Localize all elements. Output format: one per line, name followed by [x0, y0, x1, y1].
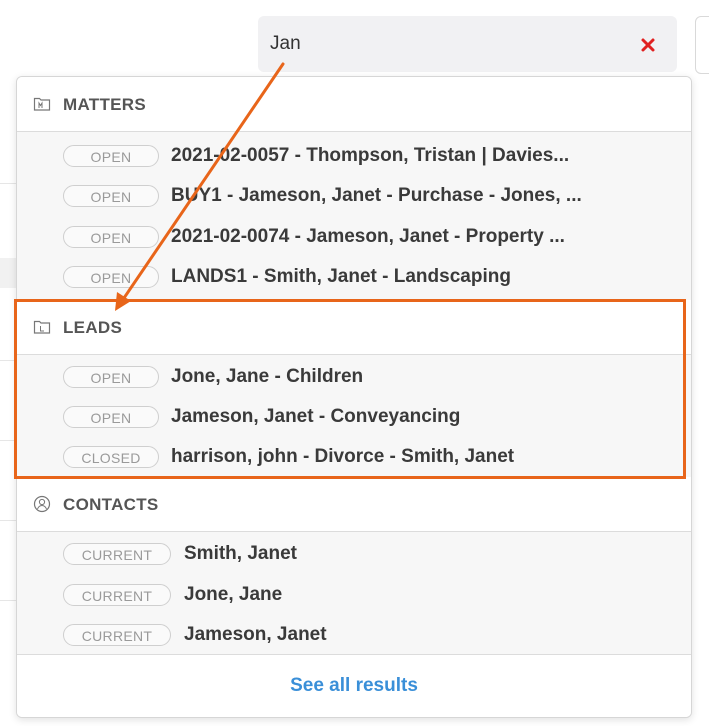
background-row [0, 258, 16, 288]
background-button [695, 16, 709, 74]
contact-result-row[interactable]: CURRENT Smith, Janet [17, 534, 691, 574]
matters-section-header: MATTERS [17, 77, 691, 132]
matter-result-row[interactable]: OPEN 2021-02-0074 - Jameson, Janet - Pro… [17, 217, 691, 257]
see-all-results-link[interactable]: See all results [17, 675, 691, 697]
folder-l-icon [33, 320, 51, 334]
contact-icon [33, 495, 51, 513]
status-badge: OPEN [63, 266, 159, 288]
status-badge: OPEN [63, 226, 159, 248]
contact-result-name: Jameson, Janet [184, 624, 327, 645]
status-badge: OPEN [63, 145, 159, 167]
matters-section-label: MATTERS [63, 95, 146, 114]
contact-result-row[interactable]: CURRENT Jameson, Janet [17, 615, 691, 655]
contacts-section-header: CONTACTS [17, 477, 691, 532]
leads-results: OPEN Jone, Jane - Children OPEN Jameson,… [17, 355, 691, 479]
background-divider [0, 520, 16, 521]
contact-result-row[interactable]: CURRENT Jone, Jane [17, 575, 691, 615]
lead-result-title: harrison, john - Divorce - Smith, Janet [171, 446, 515, 467]
matter-result-title: 2021-02-0057 - Thompson, Tristan | Davie… [171, 145, 570, 166]
status-badge: CLOSED [63, 446, 159, 468]
matter-result-row[interactable]: OPEN BUY1 - Jameson, Janet - Purchase - … [17, 176, 691, 216]
global-search-box [258, 16, 677, 72]
lead-result-row[interactable]: CLOSED harrison, john - Divorce - Smith,… [17, 437, 691, 477]
lead-result-title: Jameson, Janet - Conveyancing [171, 406, 461, 427]
search-results-dropdown: MATTERS OPEN 2021-02-0057 - Thompson, Tr… [16, 76, 692, 718]
status-badge: CURRENT [63, 584, 171, 606]
dropdown-footer: See all results [17, 654, 691, 717]
status-badge: OPEN [63, 185, 159, 207]
background-divider [0, 440, 16, 441]
matter-result-title: LANDS1 - Smith, Janet - Landscaping [171, 266, 511, 287]
contacts-section-label: CONTACTS [63, 495, 159, 514]
matter-result-title: BUY1 - Jameson, Janet - Purchase - Jones… [171, 185, 582, 206]
matter-result-title: 2021-02-0074 - Jameson, Janet - Property… [171, 226, 565, 247]
background-divider [0, 600, 16, 601]
contacts-results: CURRENT Smith, Janet CURRENT Jone, Jane … [17, 532, 691, 654]
status-badge: CURRENT [63, 543, 171, 565]
status-badge: OPEN [63, 406, 159, 428]
status-badge: CURRENT [63, 624, 171, 646]
lead-result-row[interactable]: OPEN Jone, Jane - Children [17, 357, 691, 397]
background-divider [0, 360, 16, 361]
leads-section-label: LEADS [63, 318, 123, 337]
folder-m-icon [33, 97, 51, 111]
clear-search-icon[interactable] [638, 35, 658, 55]
lead-result-row[interactable]: OPEN Jameson, Janet - Conveyancing [17, 397, 691, 437]
lead-result-title: Jone, Jane - Children [171, 366, 364, 387]
contact-result-name: Smith, Janet [184, 543, 297, 564]
matter-result-row[interactable]: OPEN 2021-02-0057 - Thompson, Tristan | … [17, 136, 691, 176]
contact-result-name: Jone, Jane [184, 584, 283, 605]
matters-results: OPEN 2021-02-0057 - Thompson, Tristan | … [17, 132, 691, 302]
status-badge: OPEN [63, 366, 159, 388]
matter-result-row[interactable]: OPEN LANDS1 - Smith, Janet - Landscaping [17, 257, 691, 297]
leads-section-header: LEADS [17, 300, 691, 355]
background-divider [0, 183, 16, 184]
search-input[interactable] [270, 30, 630, 58]
